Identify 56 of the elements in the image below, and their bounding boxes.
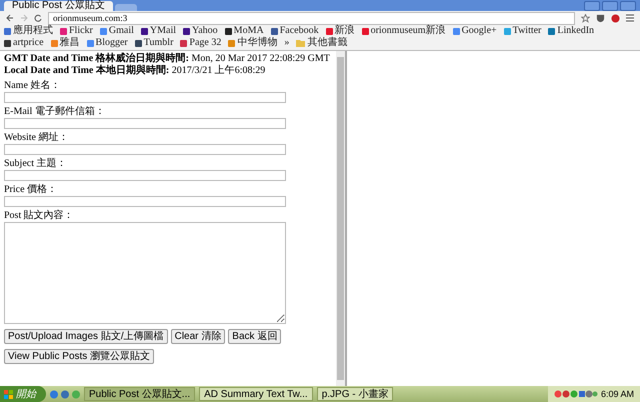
bookmark-item[interactable]: Facebook — [270, 25, 319, 37]
gmt-time-text: GMT Date and Time 格林威治日期與時間: Mon, 20 Mar 2017 22:08:29 GMT — [4, 53, 330, 64]
bookmark-item[interactable]: LinkedIn — [548, 25, 594, 37]
field-label: Subject 主題： — [4, 158, 68, 170]
field-label: Name 姓名： — [4, 80, 62, 92]
windows-logo-icon — [4, 390, 13, 398]
menu-icon[interactable] — [626, 14, 634, 22]
input-field[interactable] — [4, 170, 286, 181]
field-label: Website 網址： — [4, 132, 70, 144]
bookmark-item[interactable]: 中华博物 — [228, 37, 278, 49]
view-posts-button[interactable]: View Public Posts 瀏覽公眾貼文 — [4, 349, 154, 364]
input-field[interactable] — [4, 196, 286, 207]
bookmark-item[interactable]: MoMA — [224, 25, 264, 37]
folder-icon — [296, 40, 306, 46]
form-button[interactable]: Post/Upload Images 貼文/上傳圖檔 — [4, 329, 168, 344]
taskbar-window-button[interactable]: AD Summary Text Tw... — [199, 387, 313, 401]
bookmark-item[interactable]: YMail — [140, 25, 176, 37]
back-arrow-icon[interactable] — [6, 14, 14, 22]
other-bookmarks-folder[interactable]: 其他書籤 — [296, 37, 348, 49]
form-button[interactable]: Back 返回 — [228, 329, 282, 344]
bookmark-item[interactable]: Gmail — [100, 25, 134, 37]
taskbar-window-button[interactable]: p.JPG - 小畫家 — [316, 387, 394, 401]
bookmark-item[interactable]: Google+ — [452, 25, 497, 37]
bookmark-item[interactable]: 雅昌 — [50, 37, 80, 49]
input-field[interactable] — [4, 92, 286, 103]
form-button[interactable]: Clear 清除 — [170, 329, 226, 344]
tray-icons — [554, 390, 598, 398]
bookmark-item[interactable]: Twitter — [504, 25, 542, 37]
bookmark-item[interactable]: Page 32 — [180, 37, 222, 49]
bookmark-item[interactable]: Yahoo — [183, 25, 218, 37]
bookmark-item[interactable]: artprice — [4, 37, 44, 49]
field-label: Post 貼文內容： — [4, 210, 75, 222]
bookmark-item[interactable]: Blogger — [86, 37, 128, 49]
bookmark-item[interactable]: Flickr — [60, 25, 93, 37]
bookmark-item[interactable]: orionmuseum新浪 — [362, 25, 446, 37]
address-field[interactable]: orionmuseum.com:3 — [48, 12, 575, 24]
quick-launch-icons[interactable] — [50, 390, 80, 398]
clock-text: 6:09 AM — [600, 389, 634, 399]
input-field[interactable] — [4, 118, 286, 129]
bookmark-item[interactable]: 應用程式 — [4, 25, 53, 37]
bookmark-item[interactable]: Tumblr — [134, 37, 174, 49]
local-time-text: Local Date and Time 本地日期與時間: 2017/3/21 上午6:08:29 — [4, 65, 266, 77]
taskbar-window-button[interactable]: Public Post 公眾貼文... — [84, 387, 196, 401]
field-label: E-Mail 電子郵件信箱： — [4, 106, 106, 118]
bookmark-item[interactable]: 新浪 — [326, 25, 355, 37]
input-field[interactable] — [4, 144, 286, 155]
reload-icon[interactable] — [34, 14, 42, 22]
more-bookmarks-button[interactable]: » — [284, 37, 290, 49]
field-label: Price 價格： — [4, 184, 58, 196]
pocket-icon[interactable] — [596, 14, 605, 22]
new-tab-button[interactable] — [114, 4, 137, 11]
forward-arrow-icon[interactable] — [20, 14, 28, 22]
scrollbar[interactable] — [336, 51, 345, 386]
start-button[interactable]: 開始 — [0, 386, 46, 402]
post-textarea[interactable] — [4, 222, 286, 324]
star-icon[interactable] — [581, 14, 590, 22]
